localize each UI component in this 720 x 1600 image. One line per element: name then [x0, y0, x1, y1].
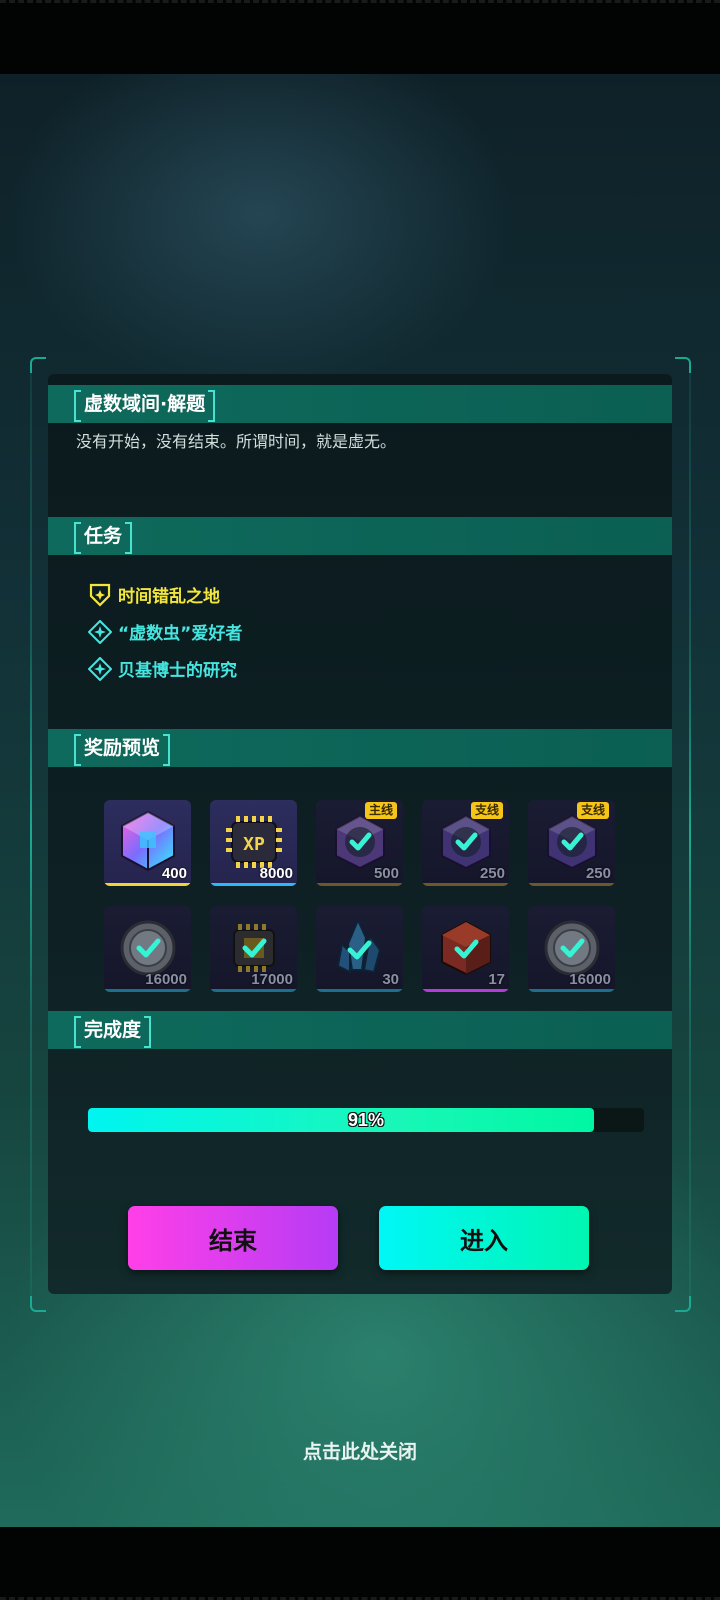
svg-text:XP: XP: [243, 834, 265, 855]
reward-amount: 17: [488, 971, 505, 988]
section-header-rewards: 奖励预览: [48, 729, 672, 767]
task-item-side[interactable]: “虚数虫”爱好者: [88, 613, 242, 650]
section-title-rewards: 奖励预览: [73, 734, 171, 766]
reward-amount: 250: [585, 865, 611, 882]
reward-tag-side: 支线: [576, 802, 609, 819]
diamond-plus-icon: [88, 656, 112, 681]
reward-item[interactable]: 主线 500: [316, 800, 403, 886]
task-list: 时间错乱之地 “虚数虫”爱好者 贝基博士的研究: [88, 576, 242, 687]
section-title-description: 虚数域间·解题: [73, 390, 216, 422]
close-hint[interactable]: 点击此处关闭: [0, 1437, 720, 1464]
reward-item[interactable]: 支线 250: [528, 800, 615, 886]
reward-amount: 8000: [259, 865, 293, 882]
section-header-completion: 完成度: [48, 1011, 672, 1049]
reward-rarity-line: [528, 883, 615, 886]
end-button[interactable]: 结束: [128, 1206, 338, 1270]
progress-label: 91%: [347, 1110, 385, 1130]
reward-tag-main: 主线: [364, 802, 397, 819]
enter-button[interactable]: 进入: [379, 1206, 589, 1270]
shield-plus-icon: [88, 583, 112, 607]
reward-rarity-line: [104, 989, 191, 992]
reward-item[interactable]: 16000: [528, 906, 615, 992]
reward-row-1: 400 XP 8000 主线 500 支线 250 支线 250: [104, 800, 615, 886]
reward-rarity-line: [422, 989, 509, 992]
top-black-bar: [0, 0, 720, 74]
reward-amount: 16000: [145, 971, 187, 988]
reward-rarity-line: [316, 883, 403, 886]
reward-rarity-line: [210, 989, 297, 992]
task-label: 时间错乱之地: [118, 587, 220, 607]
reward-amount: 400: [161, 865, 187, 882]
reward-rarity-line: [528, 989, 615, 992]
reward-rarity-line: [422, 883, 509, 886]
section-title-completion: 完成度: [73, 1016, 152, 1048]
task-label: “虚数虫”爱好者: [118, 624, 243, 644]
reward-rarity-line: [210, 883, 297, 886]
section-header-tasks: 任务: [48, 517, 672, 555]
reward-amount: 17000: [251, 971, 293, 988]
reward-item[interactable]: XP 8000: [210, 800, 297, 886]
section-title-tasks: 任务: [73, 522, 133, 554]
reward-amount: 16000: [569, 971, 611, 988]
reward-amount: 250: [479, 865, 505, 882]
reward-item[interactable]: 30: [316, 906, 403, 992]
reward-item[interactable]: 17: [422, 906, 509, 992]
diamond-plus-icon: [88, 619, 112, 644]
reward-rarity-line: [316, 989, 403, 992]
dialog-panel: 虚数域间·解题 没有开始，没有结束。所谓时间，就是虚无。 任务 时间错乱之地 “…: [48, 374, 672, 1294]
reward-item[interactable]: 17000: [210, 906, 297, 992]
section-header-description: 虚数域间·解题: [48, 385, 672, 423]
completion-progress-bar: 91%: [88, 1108, 644, 1132]
bottom-black-bar: [0, 1527, 720, 1600]
task-item-main[interactable]: 时间错乱之地: [88, 576, 242, 613]
task-label: 贝基博士的研究: [118, 661, 237, 681]
reward-tag-side: 支线: [470, 802, 503, 819]
reward-row-2: 16000 17000 30 17 16000: [104, 906, 615, 992]
reward-item[interactable]: 支线 250: [422, 800, 509, 886]
reward-amount: 30: [382, 971, 399, 988]
reward-amount: 500: [373, 865, 399, 882]
reward-rarity-line: [104, 883, 191, 886]
reward-item[interactable]: 400: [104, 800, 191, 886]
reward-item[interactable]: 16000: [104, 906, 191, 992]
description-text: 没有开始，没有结束。所谓时间，就是虚无。: [76, 432, 397, 451]
task-item-side[interactable]: 贝基博士的研究: [88, 650, 242, 687]
